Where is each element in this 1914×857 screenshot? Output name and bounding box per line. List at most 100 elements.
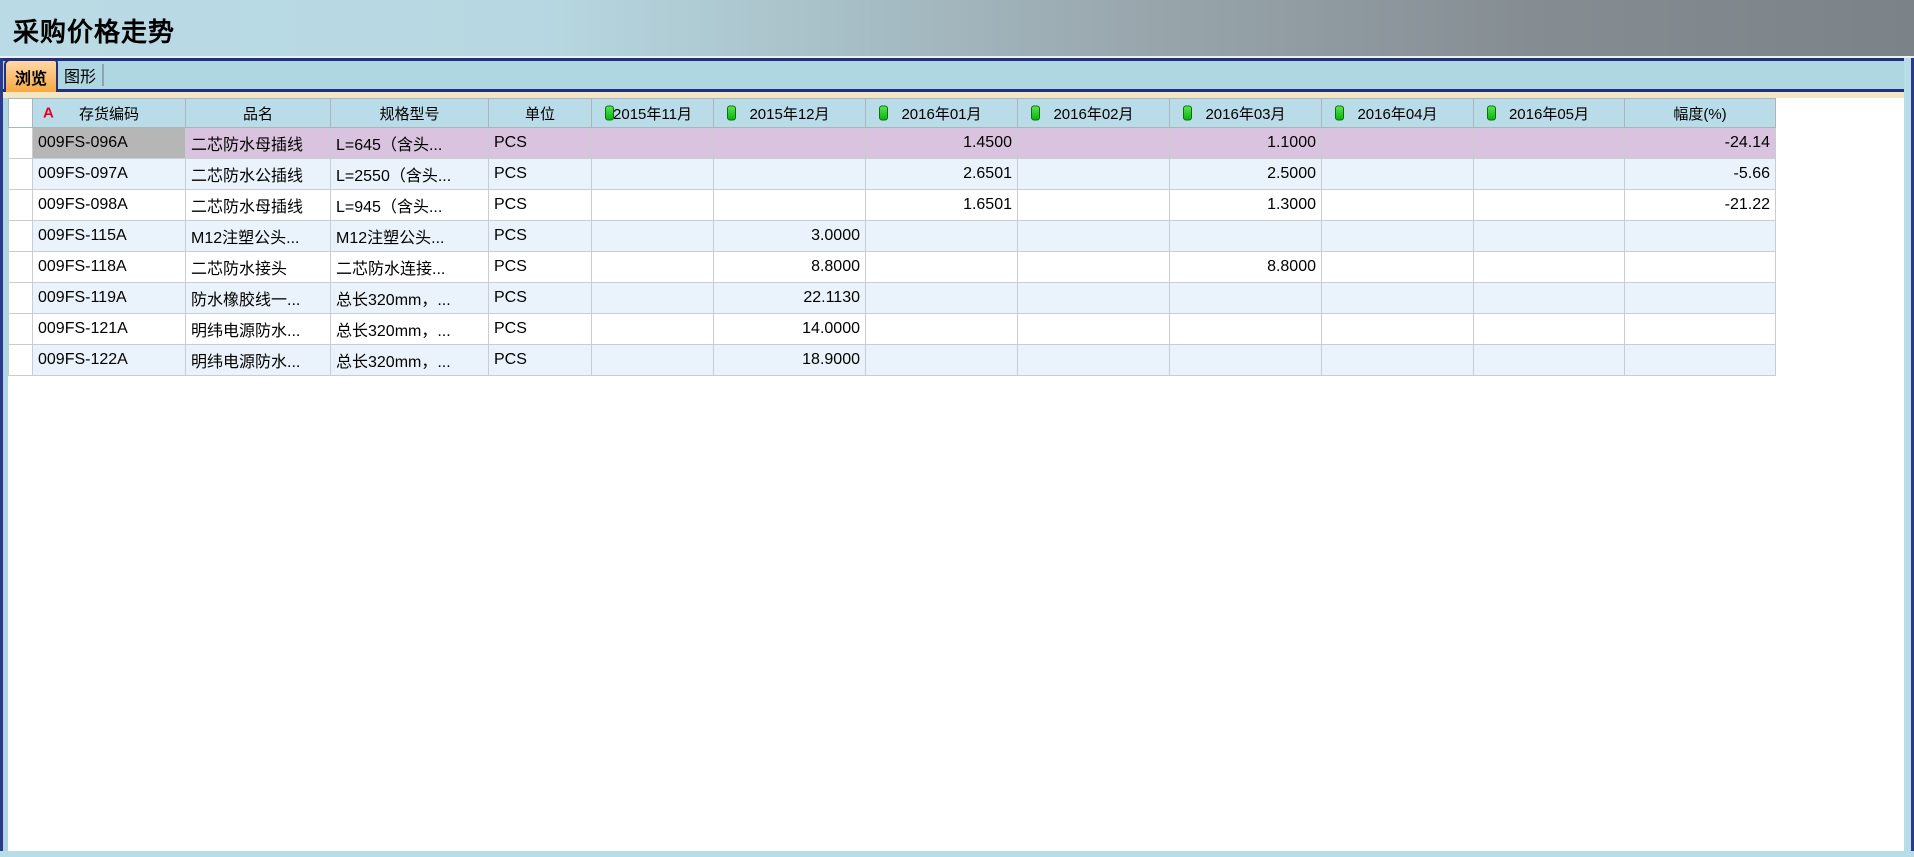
row-selector-cell[interactable] (9, 159, 33, 190)
tab-browse[interactable]: 浏览 (4, 59, 58, 92)
month-cell-3[interactable] (1018, 252, 1170, 283)
month-cell-0[interactable] (592, 128, 714, 159)
code-cell[interactable]: 009FS-098A (33, 190, 186, 221)
row-selector-cell[interactable] (9, 345, 33, 376)
tab-graph[interactable]: 图形 (61, 62, 99, 88)
unit-cell[interactable]: PCS (489, 128, 592, 159)
month-cell-3[interactable] (1018, 283, 1170, 314)
name-cell[interactable]: 二芯防水公插线 (186, 159, 331, 190)
spec-cell[interactable]: 总长320mm，... (331, 283, 489, 314)
month-cell-1[interactable]: 8.8000 (714, 252, 866, 283)
name-cell[interactable]: 二芯防水母插线 (186, 128, 331, 159)
spec-cell[interactable]: 总长320mm，... (331, 314, 489, 345)
range-cell[interactable] (1625, 252, 1776, 283)
row-selector-cell[interactable] (9, 221, 33, 252)
col-header-month-5[interactable]: 2016年04月 (1322, 99, 1474, 128)
month-cell-6[interactable] (1474, 128, 1625, 159)
unit-cell[interactable]: PCS (489, 190, 592, 221)
row-selector-cell[interactable] (9, 252, 33, 283)
month-cell-1[interactable]: 3.0000 (714, 221, 866, 252)
month-cell-6[interactable] (1474, 159, 1625, 190)
unit-cell[interactable]: PCS (489, 283, 592, 314)
month-cell-2[interactable] (866, 283, 1018, 314)
col-header-month-6[interactable]: 2016年05月 (1474, 99, 1625, 128)
month-cell-6[interactable] (1474, 283, 1625, 314)
month-cell-2[interactable] (866, 221, 1018, 252)
col-header-month-3[interactable]: 2016年02月 (1018, 99, 1170, 128)
code-cell[interactable]: 009FS-115A (33, 221, 186, 252)
col-header-name[interactable]: 品名 (186, 99, 331, 128)
month-cell-5[interactable] (1322, 283, 1474, 314)
month-cell-0[interactable] (592, 252, 714, 283)
month-cell-0[interactable] (592, 345, 714, 376)
month-cell-3[interactable] (1018, 221, 1170, 252)
range-cell[interactable]: -21.22 (1625, 190, 1776, 221)
month-cell-4[interactable] (1170, 221, 1322, 252)
month-cell-1[interactable]: 18.9000 (714, 345, 866, 376)
spec-cell[interactable]: L=2550（含头... (331, 159, 489, 190)
col-header-month-2[interactable]: 2016年01月 (866, 99, 1018, 128)
month-cell-2[interactable] (866, 252, 1018, 283)
month-cell-6[interactable] (1474, 314, 1625, 345)
month-cell-0[interactable] (592, 283, 714, 314)
name-cell[interactable]: 明纬电源防水... (186, 345, 331, 376)
month-cell-4[interactable]: 2.5000 (1170, 159, 1322, 190)
spec-cell[interactable]: L=645（含头... (331, 128, 489, 159)
range-cell[interactable] (1625, 345, 1776, 376)
code-cell[interactable]: 009FS-119A (33, 283, 186, 314)
month-cell-4[interactable] (1170, 314, 1322, 345)
month-cell-0[interactable] (592, 190, 714, 221)
month-cell-3[interactable] (1018, 345, 1170, 376)
range-cell[interactable] (1625, 314, 1776, 345)
month-cell-1[interactable]: 22.1130 (714, 283, 866, 314)
unit-cell[interactable]: PCS (489, 252, 592, 283)
code-cell[interactable]: 009FS-097A (33, 159, 186, 190)
month-cell-0[interactable] (592, 159, 714, 190)
month-cell-5[interactable] (1322, 221, 1474, 252)
spec-cell[interactable]: M12注塑公头... (331, 221, 489, 252)
col-header-unit[interactable]: 单位 (489, 99, 592, 128)
month-cell-5[interactable] (1322, 159, 1474, 190)
month-cell-0[interactable] (592, 221, 714, 252)
code-cell[interactable]: 009FS-122A (33, 345, 186, 376)
name-cell[interactable]: 二芯防水接头 (186, 252, 331, 283)
row-selector-header[interactable] (9, 99, 33, 128)
col-header-month-0[interactable]: 2015年11月 (592, 99, 714, 128)
range-cell[interactable]: -5.66 (1625, 159, 1776, 190)
name-cell[interactable]: M12注塑公头... (186, 221, 331, 252)
col-header-range[interactable]: 幅度(%) (1625, 99, 1776, 128)
month-cell-2[interactable]: 1.4500 (866, 128, 1018, 159)
month-cell-3[interactable] (1018, 314, 1170, 345)
month-cell-1[interactable] (714, 190, 866, 221)
name-cell[interactable]: 二芯防水母插线 (186, 190, 331, 221)
month-cell-1[interactable]: 14.0000 (714, 314, 866, 345)
col-header-month-4[interactable]: 2016年03月 (1170, 99, 1322, 128)
month-cell-5[interactable] (1322, 314, 1474, 345)
code-cell[interactable]: 009FS-121A (33, 314, 186, 345)
month-cell-5[interactable] (1322, 128, 1474, 159)
month-cell-4[interactable]: 1.3000 (1170, 190, 1322, 221)
code-cell[interactable]: 009FS-096A (33, 128, 186, 159)
name-cell[interactable]: 明纬电源防水... (186, 314, 331, 345)
row-selector-cell[interactable] (9, 314, 33, 345)
code-cell[interactable]: 009FS-118A (33, 252, 186, 283)
month-cell-3[interactable] (1018, 159, 1170, 190)
row-selector-cell[interactable] (9, 190, 33, 221)
month-cell-5[interactable] (1322, 345, 1474, 376)
unit-cell[interactable]: PCS (489, 221, 592, 252)
month-cell-2[interactable]: 2.6501 (866, 159, 1018, 190)
row-selector-cell[interactable] (9, 283, 33, 314)
unit-cell[interactable]: PCS (489, 345, 592, 376)
month-cell-4[interactable] (1170, 345, 1322, 376)
month-cell-3[interactable] (1018, 128, 1170, 159)
month-cell-4[interactable]: 1.1000 (1170, 128, 1322, 159)
spec-cell[interactable]: 总长320mm，... (331, 345, 489, 376)
month-cell-1[interactable] (714, 159, 866, 190)
month-cell-6[interactable] (1474, 221, 1625, 252)
month-cell-3[interactable] (1018, 190, 1170, 221)
month-cell-2[interactable] (866, 345, 1018, 376)
month-cell-2[interactable]: 1.6501 (866, 190, 1018, 221)
month-cell-1[interactable] (714, 128, 866, 159)
month-cell-6[interactable] (1474, 345, 1625, 376)
unit-cell[interactable]: PCS (489, 159, 592, 190)
